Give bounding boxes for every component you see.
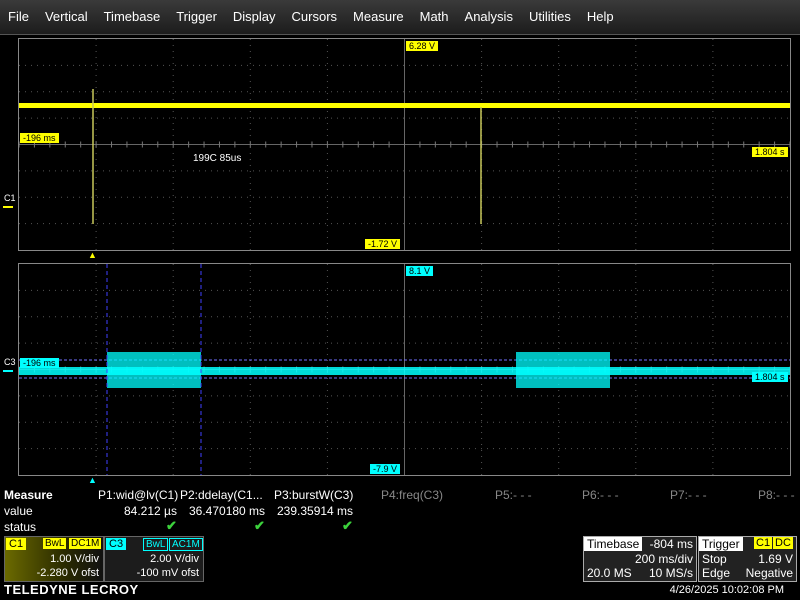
p3-value: 239.35914 ms xyxy=(277,504,354,518)
c3-top-level: 8.1 V xyxy=(406,266,434,276)
p1-value: 84.212 µs xyxy=(124,504,177,518)
c3-descriptor-label: C3 xyxy=(106,538,127,550)
timebase-rate: 10 MS/s xyxy=(648,566,693,580)
c1-left-time: -196 ms xyxy=(20,133,59,143)
measure-row-status-label: status xyxy=(4,520,37,534)
waveform-grid-c1[interactable]: 6.28 V -1.72 V -196 ms 1.804 s 199C 85us xyxy=(18,38,791,251)
c1-trace-svg xyxy=(19,39,790,250)
p8-name[interactable]: P8:- - - xyxy=(758,488,795,502)
c3-burst xyxy=(107,352,201,388)
c1-descriptor-box[interactable]: C1 BwL DC1M 1.00 V/div -2.280 V ofst xyxy=(4,536,104,582)
c1-top-level: 6.28 V xyxy=(406,41,439,51)
menu-measure[interactable]: Measure xyxy=(345,0,412,34)
measure-title: Measure xyxy=(4,488,53,502)
c3-coupling-badge: AC1M xyxy=(169,538,203,551)
c3-descriptor-box[interactable]: C3 BwL AC1M 2.00 V/div -100 mV ofst xyxy=(104,536,204,582)
menu-cursors[interactable]: Cursors xyxy=(284,0,346,34)
c3-trigger-position-icon[interactable]: ▲ xyxy=(88,475,97,485)
c3-offset: -100 mV ofst xyxy=(136,567,199,579)
menu-math[interactable]: Math xyxy=(412,0,457,34)
c1-bottom-level: -1.72 V xyxy=(365,239,401,249)
trigger-mode: Stop xyxy=(702,552,727,566)
c1-offset: -2.280 V ofst xyxy=(36,567,99,579)
c1-descriptor-label: C1 xyxy=(6,538,27,550)
menu-display[interactable]: Display xyxy=(225,0,284,34)
c3-right-time: 1.804 s xyxy=(752,372,788,382)
c3-left-time: -196 ms xyxy=(20,358,59,368)
p2-status-check-icon: ✔ xyxy=(254,518,265,533)
c3-vdiv: 2.00 V/div xyxy=(150,553,199,565)
p5-name[interactable]: P5:- - - xyxy=(495,488,532,502)
c3-burst xyxy=(516,352,610,388)
p1-name[interactable]: P1:wid@lv(C1) xyxy=(98,488,178,502)
p2-value: 36.470180 ms xyxy=(189,504,266,518)
p1-status-check-icon: ✔ xyxy=(166,518,177,533)
trigger-label: Trigger xyxy=(699,537,743,551)
menu-vertical[interactable]: Vertical xyxy=(37,0,96,34)
menu-utilities[interactable]: Utilities xyxy=(521,0,579,34)
p4-name[interactable]: P4:freq(C3) xyxy=(381,488,443,502)
trigger-source: C1 xyxy=(754,537,773,549)
trigger-coupling: DC xyxy=(773,537,793,549)
timebase-tdiv: 200 ms/div xyxy=(634,552,693,566)
p6-name[interactable]: P6:- - - xyxy=(582,488,619,502)
c1-bw-badge: BwL xyxy=(43,538,67,549)
timebase-label: Timebase xyxy=(584,537,643,551)
menu-trigger[interactable]: Trigger xyxy=(168,0,225,34)
timebase-samples: 20.0 MS xyxy=(587,566,632,580)
c1-annotation: 199C 85us xyxy=(193,153,242,164)
c1-trace xyxy=(19,103,790,108)
menu-analysis[interactable]: Analysis xyxy=(457,0,521,34)
p7-name[interactable]: P7:- - - xyxy=(670,488,707,502)
trigger-box[interactable]: Trigger C1 DC Stop 1.69 V Edge Negative xyxy=(698,536,797,582)
trigger-type: Edge xyxy=(702,566,731,580)
c1-right-time: 1.804 s xyxy=(752,147,788,157)
c3-offset-marker[interactable] xyxy=(3,370,13,372)
timebase-box[interactable]: Timebase -804 ms 200 ms/div 20.0 MS 10 M… xyxy=(583,536,697,582)
c1-coupling-badge: DC1M xyxy=(69,538,102,549)
trigger-slope: Negative xyxy=(745,566,793,580)
p3-status-check-icon: ✔ xyxy=(342,518,353,533)
measure-table[interactable]: Measure value status P1:wid@lv(C1) P2:dd… xyxy=(0,486,800,534)
c1-trigger-position-icon[interactable]: ▲ xyxy=(88,250,97,260)
waveform-grid-c3[interactable]: 8.1 V -7.9 V -196 ms 1.804 s xyxy=(18,263,791,476)
c3-bottom-level: -7.9 V xyxy=(370,464,401,474)
p2-name[interactable]: P2:ddelay(C1... xyxy=(180,488,263,502)
c1-vdiv: 1.00 V/div xyxy=(50,553,99,565)
menu-timebase[interactable]: Timebase xyxy=(96,0,169,34)
trigger-level: 1.69 V xyxy=(758,552,793,566)
menu-help[interactable]: Help xyxy=(579,0,622,34)
menu-file[interactable]: File xyxy=(0,0,37,34)
brand-logo: TELEDYNE LECROY xyxy=(4,582,139,597)
c3-bw-badge: BwL xyxy=(143,538,169,551)
timebase-delay: -804 ms xyxy=(649,537,693,551)
c3-channel-marker: C3 xyxy=(4,357,16,367)
measure-row-value-label: value xyxy=(4,504,33,518)
menu-bar: File Vertical Timebase Trigger Display C… xyxy=(0,0,800,35)
c3-trace-svg xyxy=(19,264,790,475)
datetime: 4/26/2025 10:02:08 PM xyxy=(669,584,784,596)
c1-channel-marker: C1 xyxy=(4,193,16,203)
c1-offset-marker[interactable] xyxy=(3,206,13,208)
p3-name[interactable]: P3:burstW(C3) xyxy=(274,488,353,502)
